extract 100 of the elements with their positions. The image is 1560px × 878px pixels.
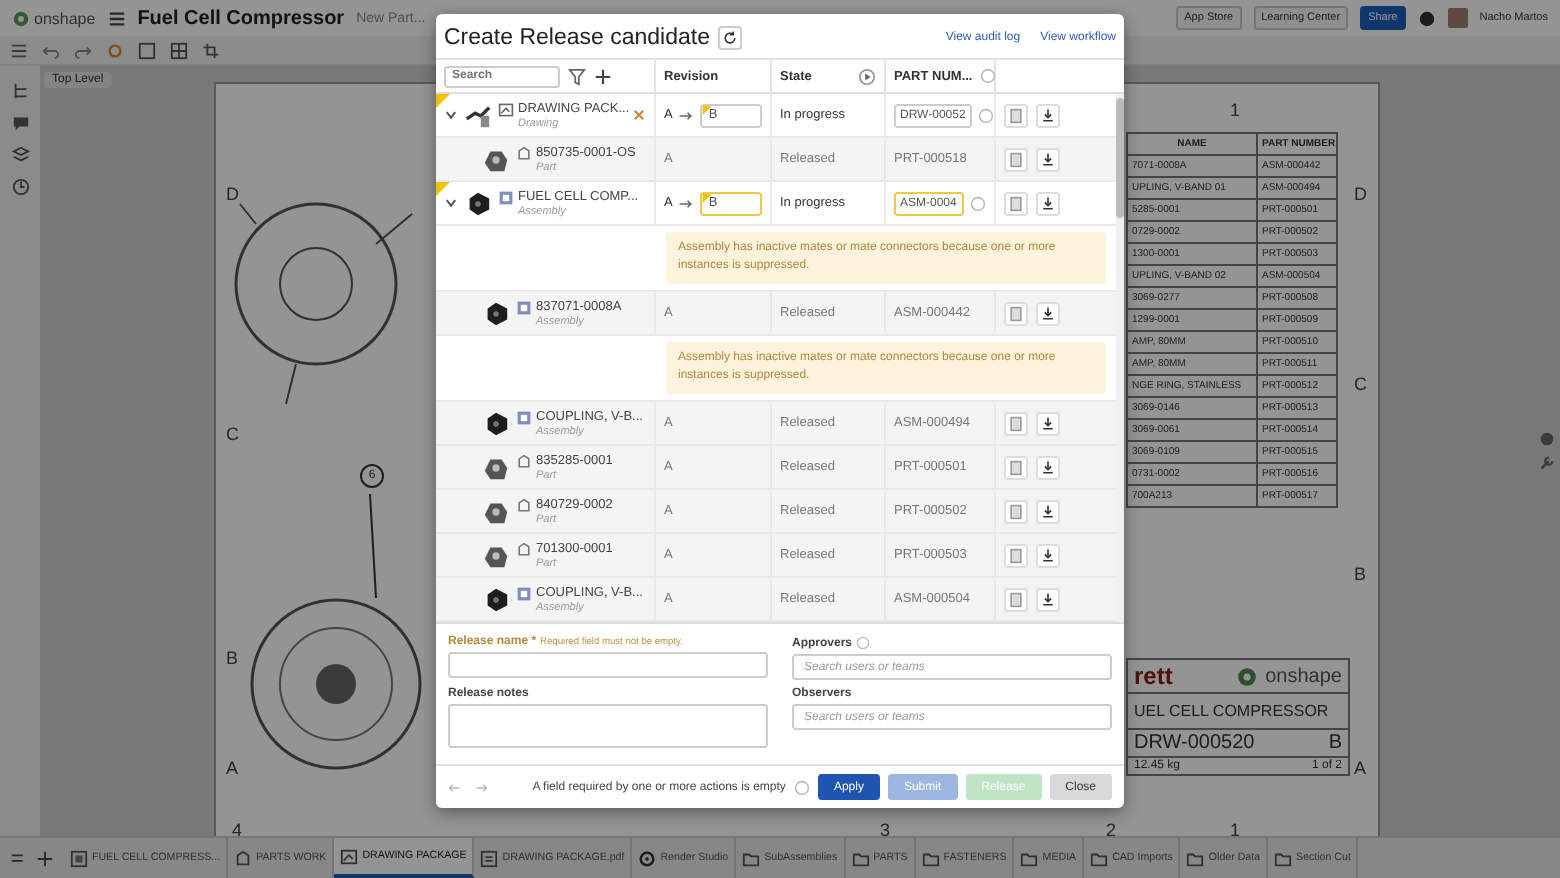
zone-label: 3 — [880, 820, 891, 836]
add-icon — [594, 67, 612, 85]
drawing-title: UEL CELL COMPRESSOR — [1134, 702, 1329, 720]
download-icon — [1040, 151, 1056, 167]
filter-icon — [568, 67, 586, 85]
download-button[interactable] — [1036, 587, 1060, 611]
avatar[interactable] — [1447, 8, 1468, 28]
download-button[interactable] — [1036, 301, 1060, 325]
square-tool-icon — [138, 41, 156, 59]
part-thumbnail-icon — [464, 101, 492, 129]
download-icon — [1040, 591, 1056, 607]
zone-label: C — [1354, 374, 1367, 394]
part-thumbnail-icon — [464, 189, 492, 217]
part-icon — [516, 541, 532, 557]
preview-button[interactable] — [1004, 455, 1028, 479]
zone-label: D — [226, 184, 239, 204]
part-studio-icon — [70, 849, 88, 867]
folder-icon — [921, 849, 940, 867]
download-button[interactable] — [1036, 191, 1060, 215]
document-icon — [1008, 459, 1024, 475]
download-button[interactable] — [1036, 103, 1060, 127]
zone-label: A — [226, 758, 239, 778]
tab-list-icon — [10, 849, 28, 867]
preview-button[interactable] — [1004, 191, 1028, 215]
zone-label: 2 — [1106, 820, 1117, 836]
download-icon — [1040, 503, 1056, 519]
download-icon — [1040, 459, 1056, 475]
part-icon — [516, 497, 532, 513]
remove-icon[interactable] — [632, 108, 646, 122]
part-thumbnail-icon — [482, 299, 510, 327]
redo-icon — [74, 41, 92, 59]
grid-tool-icon — [170, 41, 188, 59]
folder-icon — [742, 849, 761, 867]
preview-button[interactable] — [1004, 411, 1028, 435]
download-button[interactable] — [1036, 455, 1060, 479]
preview-button[interactable] — [1004, 301, 1028, 325]
part-thumbnail-icon — [482, 585, 510, 613]
download-icon — [1040, 107, 1056, 123]
undo-icon — [42, 41, 60, 59]
refresh-button[interactable] — [717, 26, 742, 50]
zone-label: 4 — [232, 820, 243, 836]
assembly-icon — [516, 299, 532, 315]
app-icon — [638, 849, 657, 867]
preview-button[interactable] — [1004, 543, 1028, 567]
folder-icon — [851, 849, 870, 867]
zone-label: D — [1354, 184, 1367, 204]
download-icon — [1040, 415, 1056, 431]
document-icon — [1008, 107, 1024, 123]
caret-icon[interactable] — [444, 196, 458, 210]
tree-icon — [11, 82, 29, 100]
document-icon — [1008, 503, 1024, 519]
download-button[interactable] — [1036, 543, 1060, 567]
redo-icon — [472, 779, 488, 795]
arrow-right-icon — [678, 107, 695, 123]
list-icon — [10, 41, 28, 59]
preview-button[interactable] — [1004, 103, 1028, 127]
comment-icon — [11, 114, 29, 132]
revision-text: B — [1328, 732, 1342, 754]
download-icon — [1040, 305, 1056, 321]
zone-label: 1 — [1230, 100, 1241, 120]
release-name-field[interactable] — [448, 652, 768, 678]
release-notes-field[interactable] — [448, 704, 768, 748]
document-icon — [1008, 305, 1024, 321]
assembly-icon — [516, 585, 532, 601]
wrench-icon — [1538, 454, 1556, 472]
add-icon — [36, 849, 54, 867]
document-icon — [1008, 195, 1024, 211]
undo-icon — [448, 779, 464, 795]
part-icon — [516, 145, 532, 161]
drawing-icon — [340, 847, 359, 865]
part-icon — [516, 453, 532, 469]
assembly-icon — [234, 849, 253, 867]
document-title: Fuel Cell Compressor — [137, 7, 345, 29]
document-icon — [1008, 591, 1024, 607]
download-icon — [1040, 547, 1056, 563]
download-icon — [1040, 195, 1056, 211]
brand-logo: onshape — [1265, 665, 1342, 687]
preview-button[interactable] — [1004, 147, 1028, 171]
onshape-logo-icon — [1235, 665, 1258, 687]
download-button[interactable] — [1036, 499, 1060, 523]
scrollbar-thumb[interactable] — [1116, 98, 1124, 218]
onshape-logo-icon — [12, 9, 30, 27]
layers-icon — [11, 146, 29, 164]
download-button[interactable] — [1036, 147, 1060, 171]
crop-icon — [202, 41, 220, 59]
drawing-number: DRW-000520 — [1134, 732, 1255, 754]
caret-icon[interactable] — [444, 108, 458, 122]
zone-label: A — [1354, 758, 1367, 778]
arrow-right-icon — [678, 195, 695, 211]
preview-button[interactable] — [1004, 499, 1028, 523]
zone-label: 1 — [1230, 820, 1241, 836]
zone-label: B — [1354, 564, 1367, 584]
preview-button[interactable] — [1004, 587, 1028, 611]
clock-icon — [11, 178, 29, 196]
download-button[interactable] — [1036, 411, 1060, 435]
zone-label: B — [226, 648, 239, 668]
document-icon — [480, 849, 499, 867]
folder-icon — [1274, 849, 1293, 867]
document-icon — [1008, 547, 1024, 563]
company-logo: rett — [1134, 662, 1173, 690]
